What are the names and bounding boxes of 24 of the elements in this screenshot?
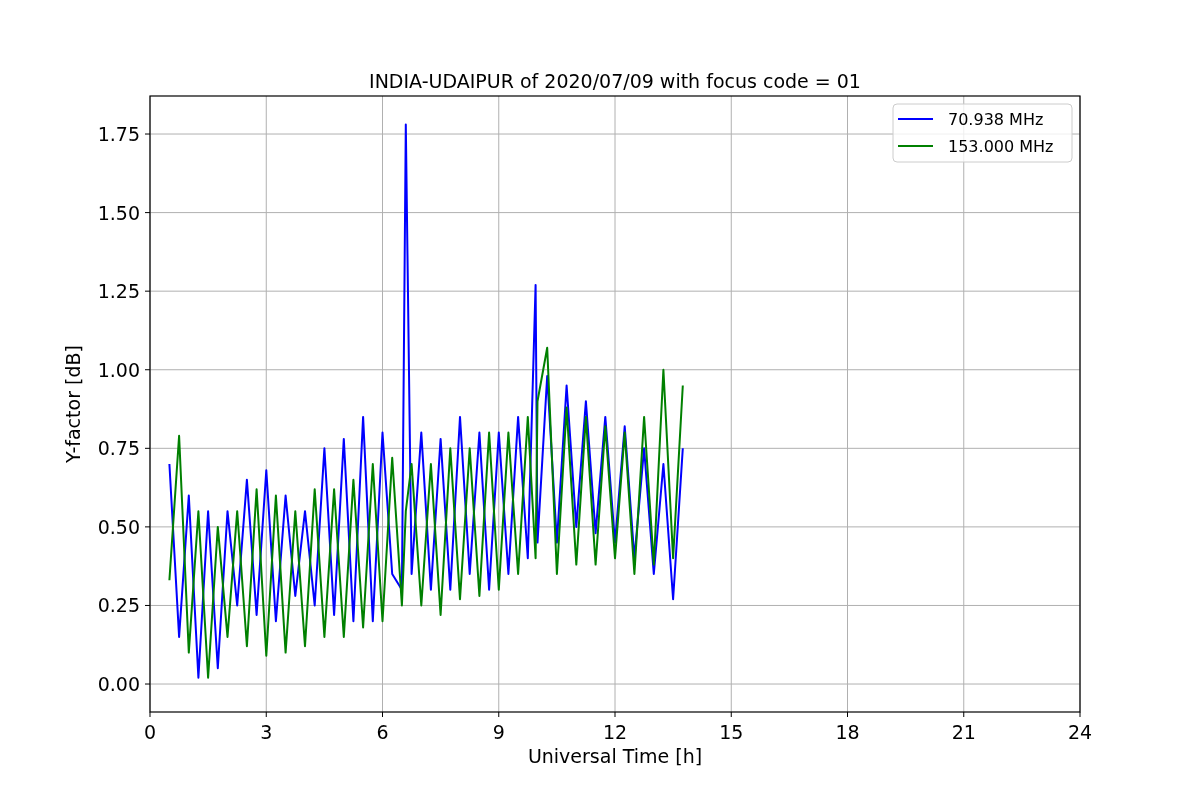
x-tick-label: 24 (1067, 721, 1093, 743)
legend-line-icon (897, 145, 934, 147)
x-tick-label: 15 (719, 721, 744, 743)
x-axis-label: Universal Time [h] (527, 745, 703, 767)
y-tick-label: 0.25 (97, 594, 140, 617)
legend-label: 153.000 MHz (948, 137, 1054, 156)
x-tick-label: 9 (492, 721, 505, 743)
x-tick-label: 12 (602, 721, 628, 743)
x-tick-label: 6 (376, 721, 389, 743)
x-tick-label: 18 (835, 721, 860, 743)
chart-title: INDIA-UDAIPUR of 2020/07/09 with focus code = 01 (369, 70, 861, 92)
y-tick-label: 1.75 (97, 123, 140, 146)
y-tick-label: 1.50 (97, 201, 140, 224)
y-tick-label: 0.50 (97, 515, 140, 538)
y-tick-label: 0.75 (97, 437, 140, 460)
x-tick-label: 21 (951, 721, 976, 743)
legend-line-icon (897, 118, 934, 120)
y-tick-label: 1.25 (97, 280, 140, 303)
legend-label: 70.938 MHz (948, 110, 1044, 129)
y-tick-label: 0.00 (97, 673, 140, 696)
y-axis-label: Y-factor [dB] (62, 345, 84, 463)
x-tick-label: 3 (260, 721, 273, 743)
x-tick-label: 0 (143, 721, 157, 743)
y-tick-label: 1.00 (97, 358, 140, 381)
